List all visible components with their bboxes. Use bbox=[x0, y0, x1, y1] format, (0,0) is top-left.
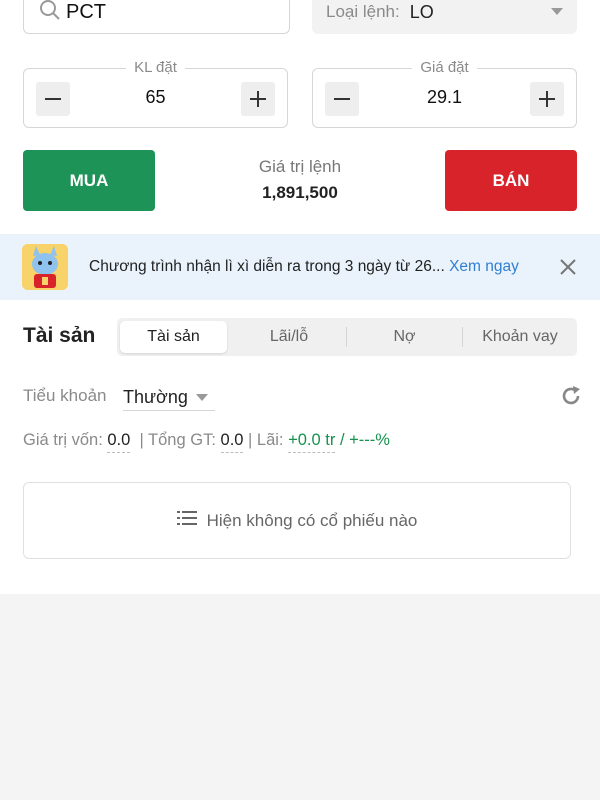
minus-icon bbox=[45, 98, 61, 100]
sub-account-select[interactable]: Thường bbox=[123, 385, 215, 411]
quantity-plus-button[interactable] bbox=[241, 82, 275, 116]
list-icon bbox=[176, 510, 197, 531]
close-icon[interactable] bbox=[558, 257, 578, 282]
profit-value: +0.0 tr bbox=[288, 431, 336, 453]
caret-down-icon bbox=[195, 389, 208, 407]
tab-assets[interactable]: Tài sản bbox=[120, 321, 227, 353]
asset-summary: Giá trị vốn: 0.0 | Tổng GT: 0.0 | Lãi: +… bbox=[23, 431, 390, 453]
tab-debt[interactable]: Nợ bbox=[347, 318, 462, 356]
plus-icon bbox=[539, 91, 555, 107]
promo-text: Chương trình nhận lì xì diễn ra trong 3 … bbox=[89, 258, 445, 275]
tab-profit-loss[interactable]: Lãi/lỗ bbox=[234, 318, 344, 356]
sub-account-label: Tiểu khoản bbox=[23, 386, 107, 405]
quantity-value[interactable]: 65 bbox=[74, 87, 237, 108]
tab-loans[interactable]: Khoản vay bbox=[463, 318, 577, 356]
price-value[interactable]: 29.1 bbox=[363, 87, 526, 108]
holdings-empty-state: Hiện không có cổ phiếu nào bbox=[23, 482, 571, 559]
sell-button[interactable]: BÁN bbox=[445, 150, 577, 211]
promo-banner[interactable]: Chương trình nhận lì xì diễn ra trong 3 … bbox=[0, 234, 600, 300]
symbol-value: PCT bbox=[66, 0, 106, 23]
price-stepper: Giá đặt 29.1 bbox=[312, 59, 577, 128]
sub-account-value: Thường bbox=[123, 387, 188, 407]
refresh-icon[interactable] bbox=[559, 384, 583, 413]
empty-text: Hiện không có cổ phiếu nào bbox=[206, 510, 418, 530]
price-minus-button[interactable] bbox=[325, 82, 359, 116]
capital-value: 0.0 bbox=[107, 431, 131, 453]
buy-button[interactable]: MUA bbox=[23, 150, 155, 211]
mascot-icon bbox=[22, 244, 68, 290]
search-icon bbox=[38, 0, 64, 25]
promo-link[interactable]: Xem ngay bbox=[449, 258, 519, 275]
minus-icon bbox=[334, 98, 350, 100]
caret-down-icon bbox=[551, 3, 563, 21]
quantity-label: KL đặt bbox=[126, 59, 185, 76]
price-label: Giá đặt bbox=[412, 59, 477, 76]
profit-label: | Lãi: bbox=[248, 431, 284, 449]
total-value: 0.0 bbox=[220, 431, 244, 453]
assets-tabs: Tài sản Lãi/lỗ Nợ Khoản vay bbox=[117, 318, 577, 356]
order-value-label: Giá trị lệnh bbox=[258, 157, 342, 176]
total-label: | Tổng GT: bbox=[139, 431, 216, 449]
plus-icon bbox=[250, 91, 266, 107]
order-type-select[interactable]: Loại lệnh: LO bbox=[312, 0, 577, 34]
symbol-search-input[interactable]: PCT bbox=[23, 0, 290, 34]
quantity-stepper: KL đặt 65 bbox=[23, 59, 288, 128]
price-plus-button[interactable] bbox=[530, 82, 564, 116]
order-type-value: LO bbox=[409, 1, 434, 22]
capital-label: Giá trị vốn: bbox=[23, 431, 103, 449]
order-type-label: Loại lệnh: bbox=[326, 2, 400, 21]
assets-title: Tài sản bbox=[23, 324, 96, 347]
bottom-area bbox=[0, 594, 600, 800]
quantity-minus-button[interactable] bbox=[36, 82, 70, 116]
profit-percent: +---% bbox=[349, 431, 390, 449]
order-value: 1,891,500 bbox=[262, 183, 338, 202]
